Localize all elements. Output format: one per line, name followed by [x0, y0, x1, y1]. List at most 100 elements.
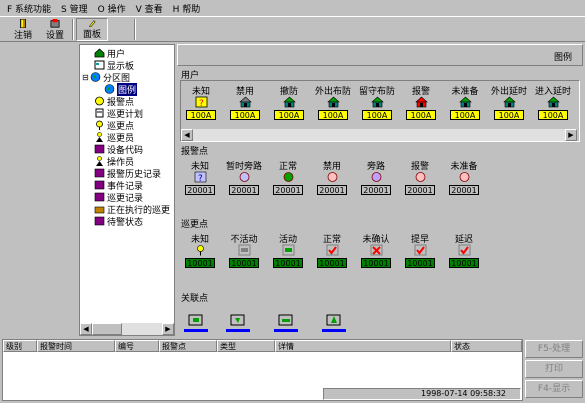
patrol-code-badge: 10001 — [405, 258, 435, 268]
alarm-legend-label: 报警 — [410, 162, 429, 172]
patrol-code-badge: 10001 — [361, 258, 391, 268]
tree-item-patroller[interactable]: 巡更员 — [94, 131, 134, 144]
scroll-right-icon[interactable]: ▶ — [565, 129, 577, 141]
toolbar-separator — [134, 19, 136, 40]
alarm-code-badge: 20001 — [361, 185, 391, 195]
scroll-left-icon[interactable]: ◀ — [80, 323, 92, 335]
show-button[interactable]: F4-显示 — [525, 380, 583, 398]
col-time[interactable]: 报警时间 — [37, 340, 115, 352]
book-icon — [94, 192, 105, 202]
patrol-panel-title: 巡更点 — [181, 220, 209, 230]
tree-item-user[interactable]: 用户 — [94, 47, 125, 60]
user-legend-item: 未准备 100A — [447, 84, 483, 120]
user-legend-item: 外出布防 100A — [315, 84, 351, 120]
alarm-panel: 报警点 未知? 20001 暂时旁路 20001 正常 20001 禁用 20001 旁路 200… — [177, 144, 583, 208]
user-legend-label: 留守布防 — [359, 87, 396, 97]
alarm-legend-label: 旁路 — [366, 162, 385, 172]
board-icon — [94, 60, 105, 70]
col-status[interactable]: 状态 — [451, 340, 522, 352]
patrol-legend-item: 活动 10001 — [270, 232, 306, 268]
alarm-legend-item: 旁路 20001 — [358, 159, 394, 195]
user-legend-item: 禁用 100A — [227, 84, 263, 120]
patrol-legend-item: 延迟 10001 — [446, 232, 482, 268]
user-code-badge: 100A — [538, 110, 568, 120]
running-icon — [94, 206, 105, 214]
user-panel-title: 用户 — [181, 71, 200, 81]
tree-item-operator[interactable]: 操作员 — [94, 155, 134, 168]
link-icon — [322, 314, 346, 332]
menu-help[interactable]: H 帮助 — [168, 2, 206, 15]
tree-item-patrol-log[interactable]: 巡更记录 — [94, 191, 143, 204]
globe-icon — [90, 72, 101, 82]
col-number[interactable]: 编号 — [115, 340, 159, 352]
toolbar: 注销 设置 面板 — [0, 16, 585, 42]
patrol-legend-item: 未确认 10001 — [358, 232, 394, 268]
alarm-legend-item: 正常 20001 — [270, 159, 306, 195]
menu-manage[interactable]: S 管理 — [56, 2, 93, 15]
scroll-right-icon[interactable]: ▶ — [162, 323, 174, 335]
patrol-state-icon — [326, 244, 338, 256]
tree-item-standby[interactable]: 待警状态 — [94, 215, 143, 228]
patrol-legend-item: 不活动 10001 — [226, 232, 262, 268]
collapse-icon[interactable]: ⊟ — [82, 73, 90, 82]
user-legend-label: 外出延时 — [491, 87, 528, 97]
col-detail[interactable]: 详情 — [275, 340, 451, 352]
tree-item-event-log[interactable]: 事件记录 — [94, 179, 143, 192]
tree-horizontal-scrollbar[interactable]: ◀ ▶ — [80, 323, 174, 335]
scroll-left-icon[interactable]: ◀ — [181, 129, 193, 141]
alarm-state-icon — [239, 172, 249, 182]
user-legend-item: 撤防 100A — [271, 84, 307, 120]
patrol-legend-item: 提早 10001 — [402, 232, 438, 268]
book-icon — [94, 216, 105, 226]
tree-item-plan[interactable]: 巡更计划 — [94, 107, 143, 120]
menu-view[interactable]: V 查看 — [131, 2, 168, 15]
panel-button[interactable]: 面板 — [76, 18, 108, 41]
tree-item-device-code[interactable]: 设备代码 — [94, 143, 143, 156]
alarm-state-icon — [283, 172, 293, 182]
patrol-legend-label: 未知 — [190, 235, 209, 245]
tree-item-legend[interactable]: 图例 — [104, 82, 138, 96]
user-code-badge: 100A — [230, 110, 260, 120]
col-level[interactable]: 级别 — [3, 340, 37, 352]
user-horizontal-scrollbar[interactable]: ◀ ▶ — [181, 129, 577, 141]
user-code-badge: 100A — [494, 110, 524, 120]
alarm-state-icon — [371, 172, 381, 182]
logout-label: 注销 — [13, 31, 32, 41]
user-state-icon — [238, 96, 252, 108]
doc-icon — [95, 108, 104, 118]
user-legend-item: 外出延时 100A — [491, 84, 527, 120]
scroll-thumb[interactable] — [92, 323, 122, 335]
user-state-icon — [326, 96, 340, 108]
link-legend — [180, 303, 580, 333]
alarm-legend-label: 禁用 — [322, 162, 341, 172]
tree-item-display[interactable]: 显示板 — [94, 59, 134, 72]
patrol-legend-label: 正常 — [322, 235, 341, 245]
nav-tree: 用户 显示板 ⊟ 分区图 图例 报警点 巡更计划 巡更点 巡更员 设备代码 操作员… — [79, 44, 175, 336]
settings-button[interactable]: 设置 — [40, 18, 70, 41]
user-legend-label: 撤防 — [279, 87, 298, 97]
handle-button[interactable]: F5-处理 — [525, 340, 583, 358]
person-icon — [96, 156, 103, 166]
tree-item-patrol-point[interactable]: 巡更点 — [94, 119, 134, 132]
patrol-code-badge: 10001 — [273, 258, 303, 268]
user-state-icon — [502, 96, 516, 108]
tree-item-alarm-history[interactable]: 报警历史记录 — [94, 167, 161, 180]
col-alarm-point[interactable]: 报警点 — [159, 340, 217, 352]
tree-item-alarm[interactable]: 报警点 — [94, 95, 134, 108]
alarm-legend-label: 正常 — [278, 162, 297, 172]
patrol-panel: 巡更点 未知 10001 不活动 10001 活动 10001 正常 10001 未确认 1000… — [177, 217, 583, 289]
tree-item-zone[interactable]: ⊟ 分区图 — [82, 71, 130, 84]
col-type[interactable]: 类型 — [217, 340, 275, 352]
patrol-code-badge: 10001 — [229, 258, 259, 268]
print-button[interactable]: 打印 — [525, 360, 583, 378]
pencil-icon — [89, 20, 96, 27]
alarm-table: 级别 报警时间 编号 报警点 类型 详情 状态 1998-07-14 09:58… — [2, 339, 523, 401]
menu-operate[interactable]: O 操作 — [93, 2, 131, 15]
logout-button[interactable]: 注销 — [8, 18, 38, 41]
globe-icon — [104, 84, 115, 94]
tree-item-running-patrol[interactable]: 正在执行的巡更 — [94, 203, 170, 216]
user-legend-label: 禁用 — [235, 87, 254, 97]
link-icon — [226, 314, 250, 332]
menu-system[interactable]: F 系统功能 — [2, 2, 56, 15]
patrol-state-icon — [238, 244, 250, 256]
